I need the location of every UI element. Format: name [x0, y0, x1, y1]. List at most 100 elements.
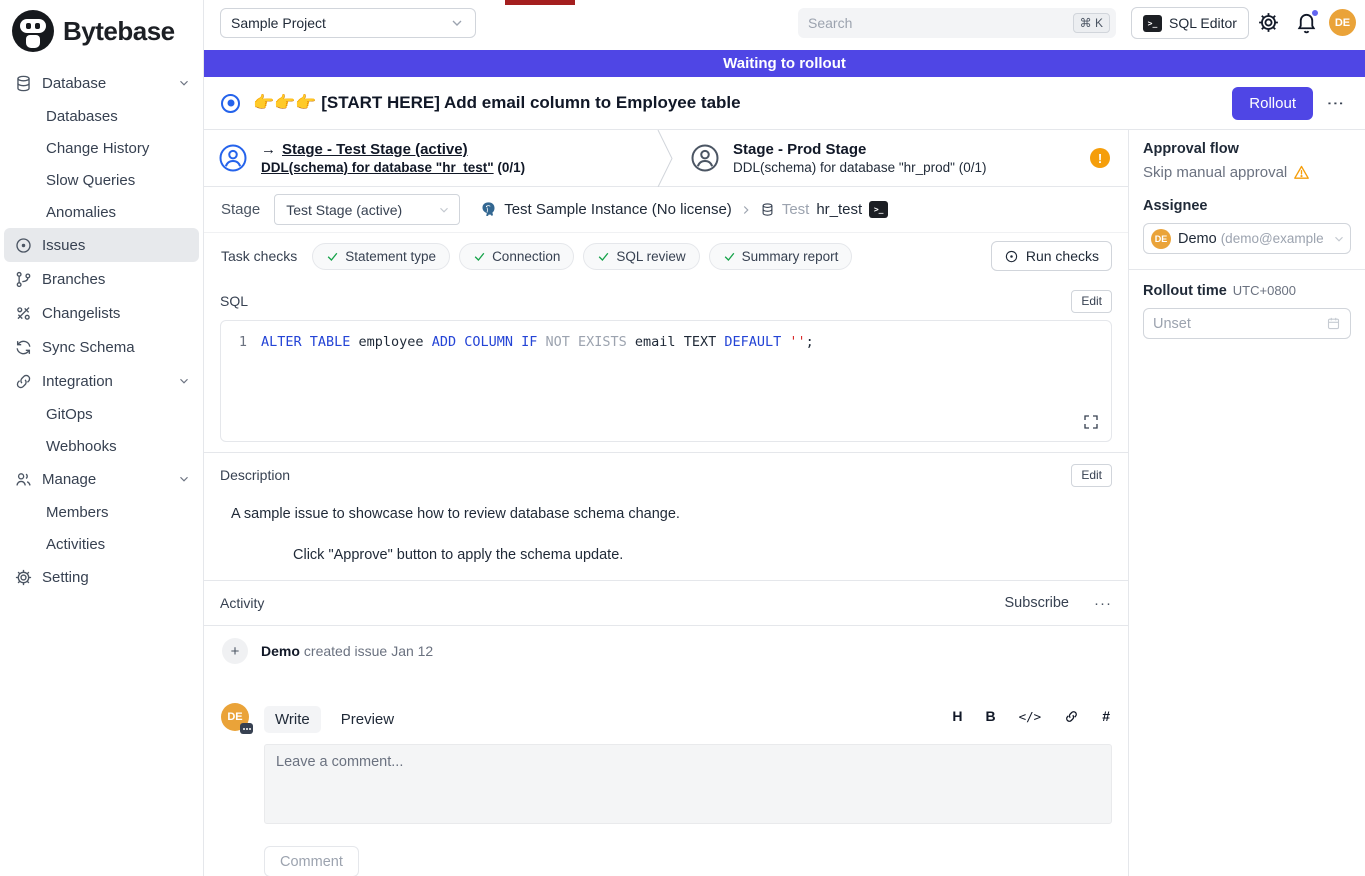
environment-name: Test	[782, 201, 810, 218]
bytebase-logo-icon	[12, 10, 54, 52]
sidebar-item-integration[interactable]: Integration	[4, 364, 199, 398]
user-avatar[interactable]: DE	[1329, 9, 1356, 36]
task-checks-row: Task checks Statement type Connection SQ…	[204, 233, 1128, 279]
stage-card-test[interactable]: → Stage - Test Stage (active) DDL(schema…	[204, 130, 656, 186]
check-icon	[326, 250, 339, 263]
sidebar-item-database[interactable]: Database	[4, 66, 199, 100]
chevron-down-icon	[177, 472, 191, 486]
expand-icon[interactable]	[1083, 414, 1099, 430]
issues-icon	[14, 236, 33, 255]
sql-statement: ALTER TABLE employee ADD COLUMN IF NOT E…	[261, 334, 814, 350]
stage-card-prod[interactable]: Stage - Prod Stage DDL(schema) for datab…	[676, 130, 1128, 186]
settings-gear-icon[interactable]	[1257, 11, 1280, 34]
tab-write[interactable]: Write	[264, 706, 321, 733]
sql-label: SQL	[220, 293, 248, 309]
description-edit-button[interactable]: Edit	[1071, 464, 1112, 487]
rollout-time-label: Rollout time	[1143, 283, 1227, 299]
sql-code-block[interactable]: 1 ALTER TABLE employee ADD COLUMN IF NOT…	[220, 320, 1112, 442]
status-banner: Waiting to rollout	[204, 50, 1365, 77]
project-select[interactable]: Sample Project	[220, 8, 476, 38]
activity-date: Jan 12	[391, 643, 433, 659]
chevron-right-icon	[739, 203, 753, 217]
sidebar-item-manage[interactable]: Manage	[4, 462, 199, 496]
stage-label: Stage	[221, 201, 260, 218]
comment-input[interactable]	[264, 744, 1112, 824]
approval-flow-value: Skip manual approval	[1143, 164, 1351, 181]
run-checks-button[interactable]: Run checks	[991, 241, 1112, 271]
users-icon	[14, 470, 33, 489]
divider	[204, 452, 1128, 453]
database-icon	[760, 202, 775, 217]
sidebar-item-slow-queries[interactable]: Slow Queries	[4, 164, 199, 196]
database-name[interactable]: hr_test	[816, 201, 862, 218]
sidebar-item-anomalies[interactable]: Anomalies	[4, 196, 199, 228]
sql-editor-button[interactable]: >_ SQL Editor	[1131, 7, 1249, 39]
activity-entry: + Demo created issue Jan 12	[222, 638, 1128, 664]
check-statement-type[interactable]: Statement type	[312, 243, 450, 270]
topbar: Sample Project ⌘ K >_ SQL Editor DE	[204, 0, 1365, 50]
rollout-button[interactable]: Rollout	[1232, 87, 1313, 120]
rollout-time-input[interactable]: Unset	[1143, 308, 1351, 339]
recording-strip	[505, 0, 575, 5]
postgres-icon	[480, 201, 497, 218]
chevron-down-icon	[437, 203, 451, 217]
changelist-icon	[14, 304, 33, 323]
hash-icon[interactable]: #	[1102, 708, 1110, 724]
check-icon	[597, 250, 610, 263]
heading-icon[interactable]: H	[952, 708, 962, 724]
open-sql-editor-icon[interactable]: >_	[869, 201, 888, 218]
stage-select-row: Stage Test Stage (active) Test Sample In…	[204, 187, 1128, 233]
sidebar-item-activities[interactable]: Activities	[4, 528, 199, 560]
bytebase-logo[interactable]: Bytebase	[0, 0, 203, 64]
sidebar-item-branches[interactable]: Branches	[4, 262, 199, 296]
comment-button[interactable]: Comment	[264, 846, 359, 876]
description-label: Description	[220, 467, 290, 483]
sidebar-item-issues[interactable]: Issues	[4, 228, 199, 262]
chevron-down-icon	[177, 374, 191, 388]
branch-icon	[14, 270, 33, 289]
sidebar-item-gitops[interactable]: GitOps	[4, 398, 199, 430]
search-input[interactable]	[808, 15, 1073, 31]
sql-edit-button[interactable]: Edit	[1071, 290, 1112, 313]
comment-editor: DE Write Preview H B </> # Comment	[204, 703, 1128, 876]
assignee-label: Assignee	[1143, 198, 1351, 214]
subscribe-button[interactable]: Subscribe	[1005, 595, 1069, 611]
right-panel: Approval flow Skip manual approval Assig…	[1128, 130, 1365, 876]
sidebar-item-changelists[interactable]: Changelists	[4, 296, 199, 330]
check-connection[interactable]: Connection	[459, 243, 574, 270]
bold-icon[interactable]: B	[986, 708, 996, 724]
code-icon[interactable]: </>	[1019, 709, 1042, 724]
sidebar-item-change-history[interactable]: Change History	[4, 132, 199, 164]
tab-preview[interactable]: Preview	[330, 706, 405, 733]
issue-status-icon	[221, 94, 240, 113]
search-box[interactable]: ⌘ K	[798, 8, 1116, 38]
link-icon[interactable]	[1064, 709, 1079, 724]
sql-section-header: SQL Edit	[204, 286, 1128, 316]
calendar-icon	[1326, 316, 1341, 331]
activity-action: created issue	[304, 643, 387, 659]
more-menu-icon[interactable]: ···	[1094, 595, 1112, 612]
sidebar-item-webhooks[interactable]: Webhooks	[4, 430, 199, 462]
sidebar-item-databases[interactable]: Databases	[4, 100, 199, 132]
person-circle-icon	[218, 143, 248, 173]
check-sql-review[interactable]: SQL review	[583, 243, 699, 270]
check-summary-report[interactable]: Summary report	[709, 243, 853, 270]
warning-badge: !	[1090, 148, 1110, 168]
activity-actor: Demo	[261, 643, 300, 659]
kebab-menu-icon[interactable]: ⋮	[1325, 95, 1349, 112]
notification-dot	[1311, 9, 1319, 17]
sidebar-item-setting[interactable]: Setting	[4, 560, 199, 594]
stage-select[interactable]: Test Stage (active)	[274, 194, 460, 225]
panel-divider	[1129, 269, 1365, 270]
timezone-label: UTC+0800	[1233, 283, 1296, 298]
link-icon	[14, 372, 33, 391]
assignee-select[interactable]: DE Demo (demo@example	[1143, 223, 1351, 254]
sync-icon	[14, 338, 33, 357]
activity-label: Activity	[220, 595, 1005, 611]
chevron-down-icon	[177, 76, 191, 90]
check-icon	[473, 250, 486, 263]
notification-bell-icon[interactable]	[1295, 11, 1318, 34]
sidebar-item-sync-schema[interactable]: Sync Schema	[4, 330, 199, 364]
instance-name[interactable]: Test Sample Instance (No license)	[504, 201, 732, 218]
sidebar-item-members[interactable]: Members	[4, 496, 199, 528]
